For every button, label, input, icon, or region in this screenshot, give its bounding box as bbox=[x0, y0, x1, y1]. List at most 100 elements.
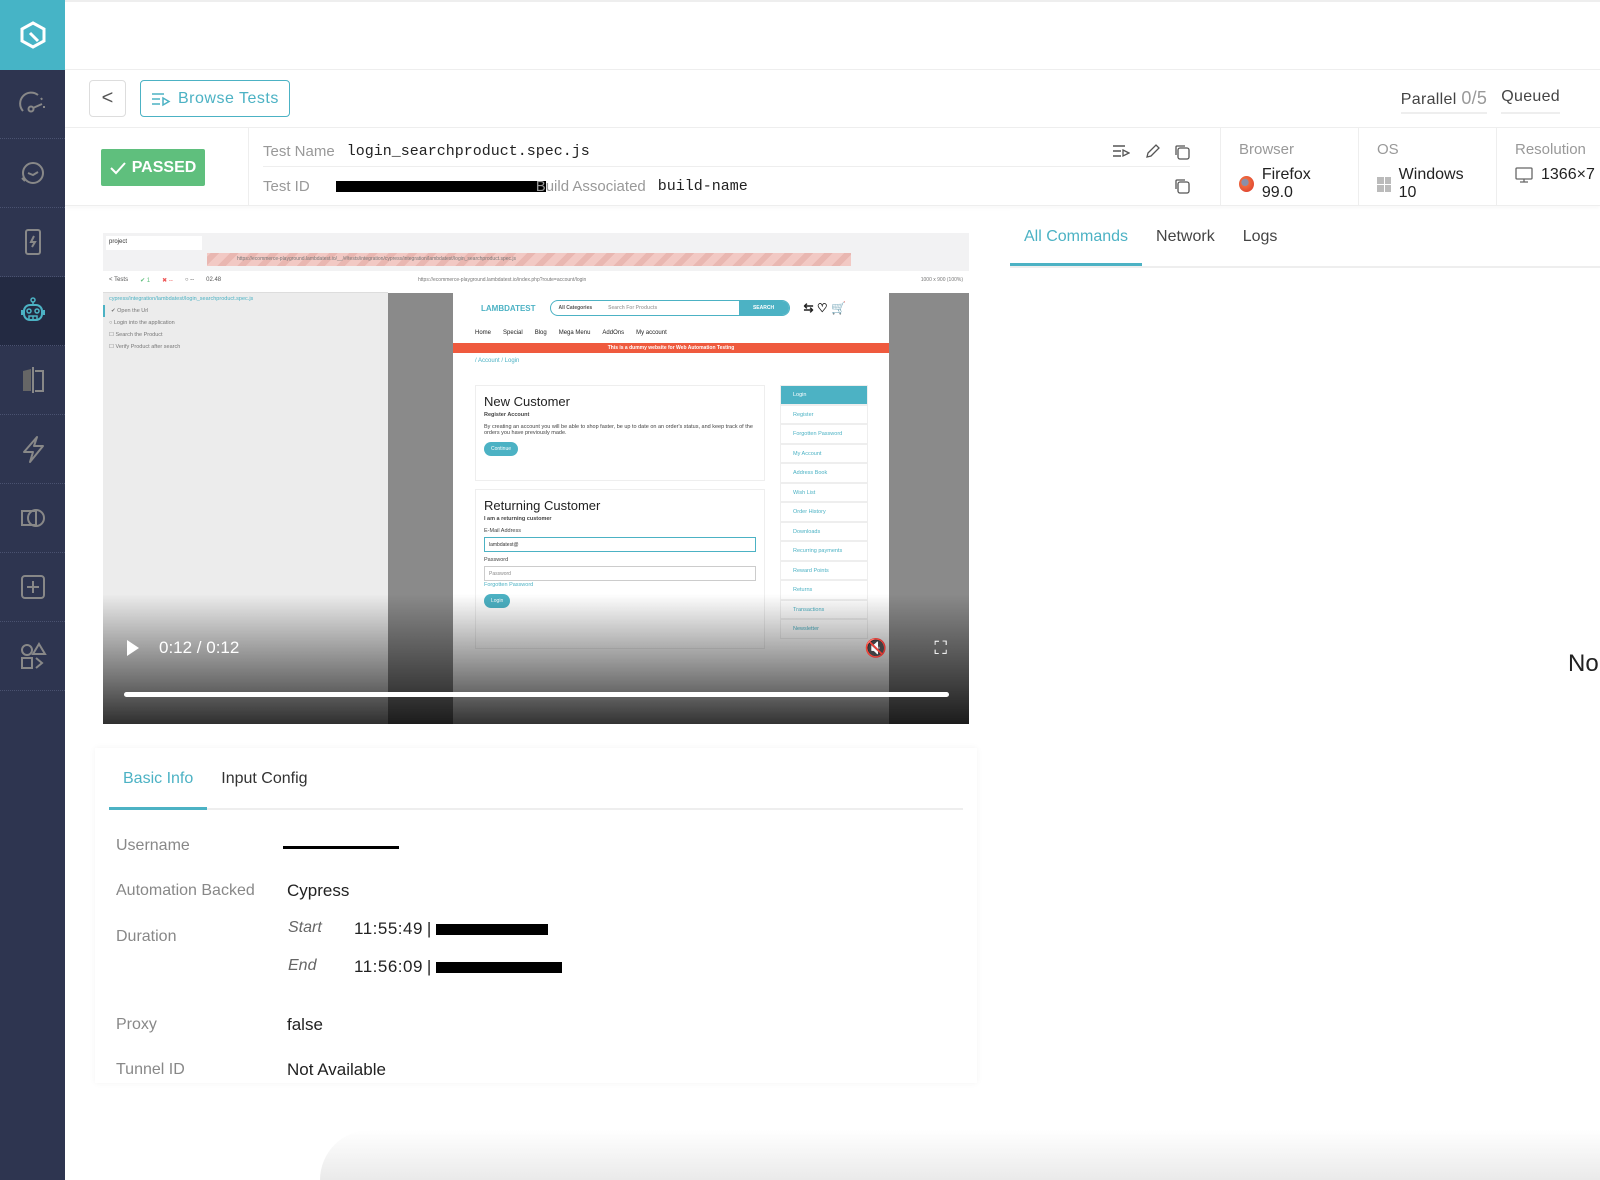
browser-label: Browser bbox=[1239, 141, 1295, 158]
shapes-icon bbox=[20, 642, 47, 669]
list-play-icon bbox=[152, 92, 171, 106]
sidebar-item-integrations[interactable] bbox=[0, 553, 65, 622]
parallel-status: Parallel 0/5 bbox=[1400, 88, 1488, 114]
video-player[interactable]: project https://ecommerce-playground.lam… bbox=[103, 233, 969, 724]
step-item: ☐ Verify Product after search bbox=[109, 344, 181, 350]
video-controls: 0:12 / 0:12 🔇 ⛶ bbox=[103, 633, 969, 663]
compare-icon bbox=[22, 367, 44, 393]
proxy-value: false bbox=[287, 1015, 323, 1034]
test-meta: Test Name login_searchproduct.spec.js Te… bbox=[248, 128, 1218, 206]
browse-tests-label: Browse Tests bbox=[178, 89, 279, 107]
commands-tabs: All Commands Network Logs bbox=[1010, 210, 1600, 268]
resolution-label: Resolution bbox=[1515, 141, 1586, 158]
windows-icon bbox=[1377, 176, 1391, 192]
sidebar bbox=[0, 0, 65, 1180]
toolbar: < Browse Tests Parallel 0/5 Queued bbox=[65, 70, 1600, 128]
back-button[interactable]: < bbox=[89, 80, 126, 117]
end-date-redacted bbox=[435, 961, 562, 973]
recorded-url-bar: https://ecommerce-playground.lambdatest.… bbox=[207, 253, 851, 266]
muted-speaker-icon[interactable]: 🔇 bbox=[865, 638, 887, 659]
browse-tests-button[interactable]: Browse Tests bbox=[140, 80, 290, 117]
lambdatest-logo[interactable] bbox=[0, 0, 65, 70]
tab-basic-info[interactable]: Basic Info bbox=[109, 748, 208, 810]
chevron-left-icon: < bbox=[101, 87, 114, 109]
video-time: 0:12 / 0:12 bbox=[159, 638, 240, 657]
cypress-app-url: https://ecommerce-playground.lambdatest.… bbox=[388, 271, 969, 293]
resolution-value: 1366×7 bbox=[1541, 166, 1595, 183]
fullscreen-icon[interactable]: ⛶ bbox=[934, 638, 947, 659]
commands-panel: All Commands Network Logs No bbox=[1010, 210, 1600, 1180]
test-name-value: login_searchproduct.spec.js bbox=[346, 143, 590, 160]
browser-info: Browser Firefox 99.0 bbox=[1220, 128, 1358, 206]
build-name-value: build-name bbox=[657, 177, 748, 195]
test-id-row: Test ID Build Associated build-name bbox=[263, 172, 1190, 200]
split-circle-icon bbox=[20, 509, 45, 527]
mobile-bolt-icon bbox=[24, 229, 41, 255]
queued-label: Queued bbox=[1501, 88, 1560, 114]
logo-icon bbox=[20, 21, 45, 49]
sidebar-item-real-device[interactable] bbox=[0, 208, 65, 277]
speedometer-icon bbox=[18, 91, 45, 113]
end-value: 11:56:09 | bbox=[354, 957, 562, 977]
sidebar-item-hyperexecute[interactable] bbox=[0, 415, 65, 484]
start-value: 11:55:49 | bbox=[354, 919, 548, 939]
browser-value: Firefox 99.0 bbox=[1261, 166, 1311, 201]
info-tabs: Basic Info Input Config bbox=[109, 748, 963, 810]
tab-all-commands[interactable]: All Commands bbox=[1010, 210, 1143, 266]
test-name-label: Test Name bbox=[263, 143, 335, 160]
resolution-info: Resolution 1366×7 bbox=[1496, 128, 1600, 206]
monitor-icon bbox=[1515, 167, 1533, 183]
status-badge: PASSED bbox=[101, 149, 205, 186]
os-label: OS bbox=[1377, 141, 1399, 158]
automation-value: Cypress bbox=[287, 881, 350, 900]
tab-logs[interactable]: Logs bbox=[1229, 210, 1292, 266]
recorded-tab: project bbox=[106, 236, 202, 250]
empty-state-text: No bbox=[1568, 650, 1599, 677]
sidebar-item-dashboard[interactable] bbox=[0, 70, 65, 139]
check-icon bbox=[109, 161, 126, 174]
plus-box-icon bbox=[20, 575, 45, 599]
tab-network[interactable]: Network bbox=[1142, 210, 1229, 266]
firefox-icon bbox=[1239, 176, 1254, 192]
proxy-label: Proxy bbox=[116, 1016, 157, 1033]
sidebar-item-smartui[interactable] bbox=[0, 484, 65, 553]
list-play-icon[interactable] bbox=[1112, 144, 1130, 158]
step-item: ○ Login into the application bbox=[109, 320, 175, 326]
tunnel-value: Not Available bbox=[287, 1060, 386, 1079]
cypress-runner-header: < Tests ✔ 1 ✖ -- ○ -- 02.48 bbox=[103, 271, 388, 293]
tunnel-label: Tunnel ID bbox=[116, 1061, 185, 1078]
basic-info-card: Basic Info Input Config Username Automat… bbox=[95, 748, 977, 1083]
sidebar-item-history[interactable] bbox=[0, 139, 65, 208]
os-info: OS Windows 10 bbox=[1358, 128, 1496, 206]
robot-icon bbox=[20, 297, 45, 321]
concurrency-status: Parallel 0/5 Queued bbox=[1400, 88, 1560, 114]
os-value: Windows 10 bbox=[1398, 166, 1464, 201]
end-label: End bbox=[288, 957, 317, 974]
test-id-label: Test ID bbox=[263, 177, 310, 195]
clock-history-icon bbox=[20, 162, 44, 184]
sidebar-item-apps[interactable] bbox=[0, 622, 65, 691]
step-item: ✔ Open the Url bbox=[103, 305, 388, 317]
copy-icon[interactable] bbox=[1174, 144, 1190, 160]
edit-pencil-icon[interactable] bbox=[1144, 143, 1160, 160]
username-label: Username bbox=[116, 837, 190, 854]
sidebar-item-automation[interactable] bbox=[0, 277, 65, 346]
test-name-row: Test Name login_searchproduct.spec.js bbox=[263, 137, 1190, 167]
duration-label: Duration bbox=[116, 928, 177, 945]
top-bar bbox=[65, 0, 1600, 70]
video-progress-bar[interactable] bbox=[124, 692, 949, 697]
automation-label: Automation Backed bbox=[116, 882, 255, 899]
test-info-row: PASSED Test Name login_searchproduct.spe… bbox=[65, 128, 1600, 206]
build-associated-label: Build Associated bbox=[535, 177, 646, 195]
bolt-icon bbox=[22, 436, 44, 463]
copy-icon[interactable] bbox=[1174, 178, 1190, 194]
sidebar-item-visual[interactable] bbox=[0, 346, 65, 415]
start-date-redacted bbox=[435, 923, 548, 935]
test-id-redacted bbox=[335, 180, 546, 192]
tab-input-config[interactable]: Input Config bbox=[207, 748, 321, 810]
step-item: ☐ Search the Product bbox=[109, 332, 163, 338]
play-icon[interactable] bbox=[127, 640, 139, 656]
username-value-redacted bbox=[283, 837, 399, 857]
start-label: Start bbox=[288, 919, 322, 936]
parallel-count: 0/5 bbox=[1461, 88, 1488, 108]
